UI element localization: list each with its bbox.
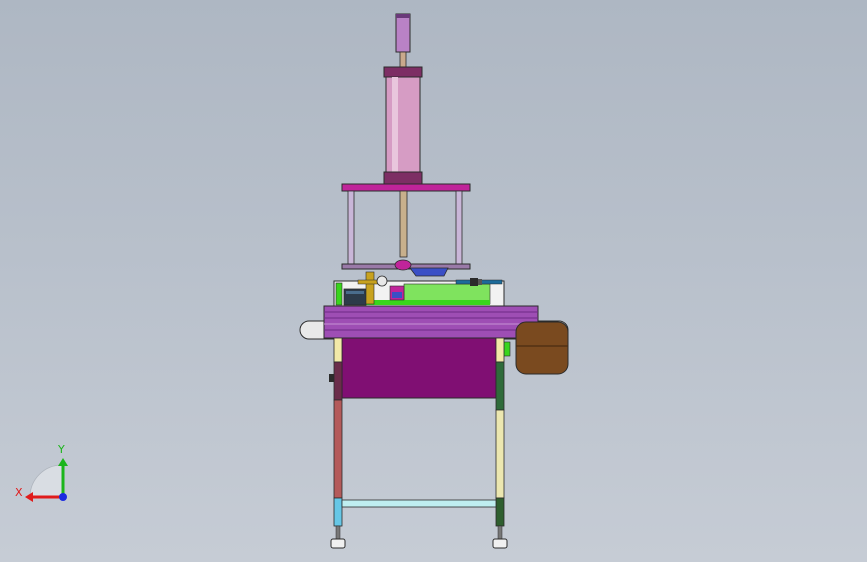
z-axis-dot — [59, 493, 67, 501]
x-axis-label: X — [15, 486, 23, 499]
lower-crossbar[interactable] — [341, 499, 497, 508]
cylinder-top-rod[interactable] — [395, 13, 411, 69]
drive-roller[interactable] — [515, 321, 569, 375]
right-leg[interactable] — [495, 337, 505, 527]
pneumatic-cylinder[interactable] — [383, 66, 423, 185]
axis-triad — [25, 458, 68, 502]
press-plate[interactable] — [341, 259, 471, 277]
left-leg[interactable] — [329, 337, 343, 527]
y-axis-label: Y — [58, 443, 65, 456]
piston-rod[interactable] — [399, 190, 408, 258]
top-plate[interactable] — [341, 183, 471, 192]
graphics-viewport[interactable]: X Y — [0, 0, 867, 562]
main-cabinet[interactable] — [341, 337, 497, 399]
leveling-feet[interactable] — [330, 525, 508, 549]
machine-model[interactable] — [0, 0, 867, 562]
